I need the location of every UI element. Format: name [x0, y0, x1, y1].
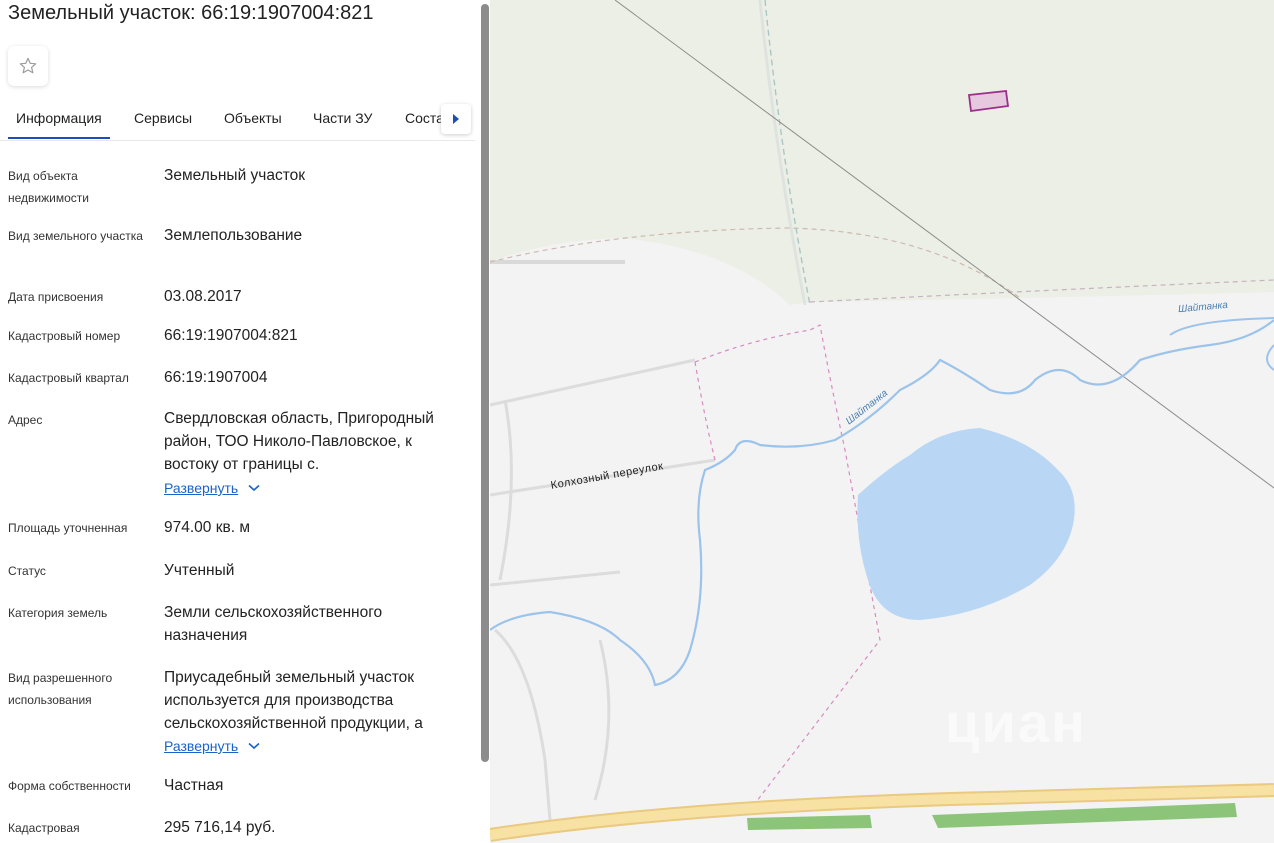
field-value: Частная: [164, 777, 224, 794]
tab-information[interactable]: Информация: [8, 110, 110, 139]
watermark: циан: [945, 691, 1087, 754]
field-label: Статус: [8, 564, 46, 578]
field-label: Вид объекта недвижимости: [8, 169, 89, 205]
field-label: Адрес: [8, 413, 43, 427]
expand-label: Развернуть: [164, 480, 239, 496]
field-label: Кадастровый номер: [8, 329, 121, 343]
field-value: Приусадебный земельный участок используе…: [164, 669, 423, 732]
panel-scrollbar[interactable]: [481, 4, 489, 762]
field-label: Дата присвоения: [8, 290, 104, 304]
field-value: 295 716,14 руб.: [164, 819, 276, 836]
map-view[interactable]: Колхозный переулок Шайтанка Шайтанка циа…: [490, 0, 1274, 843]
expand-label: Развернуть: [164, 738, 239, 754]
field-value: 66:19:1907004: [164, 369, 268, 386]
field-label: Форма собственности: [8, 779, 131, 793]
chevron-down-icon: [248, 742, 260, 750]
field-label: Вид земельного участка: [8, 229, 143, 243]
field-label: Кадастровая: [8, 821, 80, 835]
expand-address-link[interactable]: Развернуть: [164, 480, 260, 496]
field-value: Земельный участок: [164, 167, 306, 184]
field-label: Категория земель: [8, 606, 108, 620]
tab-objects[interactable]: Объекты: [224, 110, 282, 126]
chevron-right-icon: [453, 114, 459, 124]
page-title: Земельный участок: 66:19:1907004:821: [8, 2, 374, 24]
field-value: Учтенный: [164, 562, 235, 579]
chevron-down-icon: [248, 484, 260, 492]
expand-permitted-use-link[interactable]: Развернуть: [164, 738, 260, 754]
field-value: 974.00 кв. м: [164, 519, 250, 536]
star-icon: [19, 57, 37, 74]
field-value: Свердловская область, Пригородный район,…: [164, 410, 434, 473]
field-value: 03.08.2017: [164, 288, 242, 305]
field-value: 66:19:1907004:821: [164, 327, 298, 344]
map-canvas: [490, 0, 1274, 842]
tab-services[interactable]: Сервисы: [134, 110, 192, 126]
field-value: Земли сельскохозяйственного назначения: [164, 604, 383, 644]
field-label: Вид разрешенного использования: [8, 671, 113, 707]
field-value: Землепользование: [164, 227, 303, 244]
tab-composition[interactable]: Соста: [405, 110, 444, 126]
tab-parts[interactable]: Части ЗУ: [313, 110, 372, 126]
field-area: [490, 0, 1274, 305]
field-label: Площадь уточненная: [8, 521, 128, 535]
tab-scroll-next-button[interactable]: [441, 104, 471, 134]
favorite-button[interactable]: [8, 46, 48, 86]
info-panel: Земельный участок: 66:19:1907004:821 Инф…: [0, 0, 490, 843]
tab-bar: Информация Сервисы Объекты Части ЗУ Сост…: [0, 100, 475, 141]
field-label: Кадастровый квартал: [8, 371, 129, 385]
